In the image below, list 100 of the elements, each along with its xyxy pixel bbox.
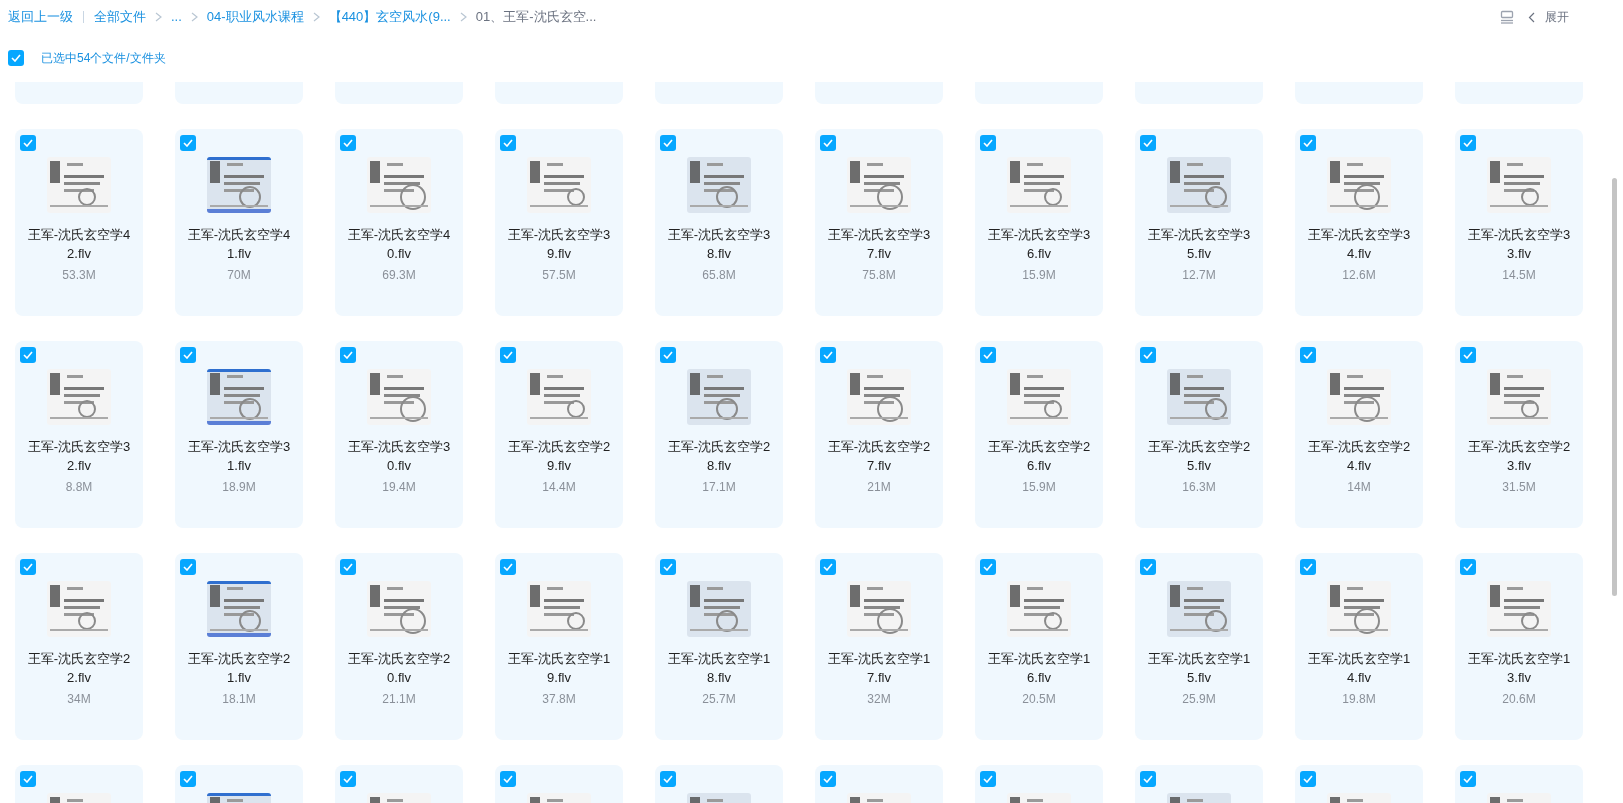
file-card[interactable]: 王军-沈氏玄空学22.flv 34M <box>15 553 143 740</box>
file-card[interactable]: 王军-沈氏玄空学35.flv 12.7M <box>1135 129 1263 316</box>
checkbox[interactable] <box>500 559 516 575</box>
checkbox[interactable] <box>660 135 676 151</box>
checkbox[interactable] <box>340 135 356 151</box>
checkbox[interactable] <box>1300 347 1316 363</box>
file-card[interactable]: 王军-沈氏玄空学27.flv 21M <box>815 341 943 528</box>
checkbox[interactable] <box>820 771 836 787</box>
file-card[interactable]: 王军-沈氏玄空学21.flv 18.1M <box>175 553 303 740</box>
file-card[interactable]: 王军-沈氏玄空学19.flv 37.8M <box>495 553 623 740</box>
checkbox[interactable] <box>820 559 836 575</box>
back-link[interactable]: 返回上一级 <box>8 7 73 27</box>
checkbox[interactable] <box>1460 135 1476 151</box>
file-name: 王军-沈氏玄空学24.flv <box>1306 438 1412 475</box>
checkbox[interactable] <box>1460 347 1476 363</box>
check-icon <box>183 563 193 571</box>
checkbox[interactable] <box>500 347 516 363</box>
file-name: 王军-沈氏玄空学13.flv <box>1466 650 1572 687</box>
checkbox[interactable] <box>820 347 836 363</box>
checkbox[interactable] <box>340 347 356 363</box>
file-card[interactable]: 王军-沈氏玄空学24.flv 14M <box>1295 341 1423 528</box>
checkbox[interactable] <box>180 771 196 787</box>
file-size: 53.3M <box>62 267 96 284</box>
file-card[interactable]: 王军-沈氏玄空学30.flv 19.4M <box>335 341 463 528</box>
checkbox[interactable] <box>980 559 996 575</box>
file-size: 34M <box>67 691 91 708</box>
checkbox[interactable] <box>1300 135 1316 151</box>
file-name: 王军-沈氏玄空学18.flv <box>666 650 772 687</box>
file-name: 王军-沈氏玄空学29.flv <box>506 438 612 475</box>
breadcrumb-link[interactable]: 04-职业风水课程 <box>206 7 304 27</box>
expand-link[interactable]: 展开 <box>1545 8 1569 26</box>
check-icon <box>1303 139 1313 147</box>
file-card[interactable]: 王军-沈氏玄空学36.flv 15.9M <box>975 129 1103 316</box>
breadcrumb-link[interactable]: ... <box>171 7 182 27</box>
file-card[interactable]: 王军-沈氏玄空学18.flv 25.7M <box>655 553 783 740</box>
checkbox[interactable] <box>20 559 36 575</box>
file-card[interactable]: 王军-沈氏玄空学34.flv 12.6M <box>1295 129 1423 316</box>
file-card[interactable]: 王军-沈氏玄空学15.flv 25.9M <box>1135 553 1263 740</box>
checkbox[interactable] <box>500 771 516 787</box>
checkbox[interactable] <box>660 771 676 787</box>
checkbox[interactable] <box>500 135 516 151</box>
breadcrumb-link[interactable]: 全部文件 <box>94 7 146 27</box>
checkbox[interactable] <box>980 135 996 151</box>
file-size: 57.5M <box>542 267 576 284</box>
checkbox[interactable] <box>980 347 996 363</box>
check-icon <box>1463 563 1473 571</box>
file-card[interactable]: 王军-沈氏玄空学40.flv 69.3M <box>335 129 463 316</box>
checkbox[interactable] <box>660 559 676 575</box>
file-card[interactable]: 王军-沈氏玄空学25.flv 16.3M <box>1135 341 1263 528</box>
checkbox[interactable] <box>20 347 36 363</box>
checkbox[interactable] <box>1140 771 1156 787</box>
file-card[interactable]: 王军-沈氏玄空学28.flv 17.1M <box>655 341 783 528</box>
file-card[interactable]: 王军-沈氏玄空学26.flv 15.9M <box>975 341 1103 528</box>
checkbox[interactable] <box>1300 771 1316 787</box>
file-card[interactable]: 王军-沈氏玄空学39.flv 57.5M <box>495 129 623 316</box>
list-view-icon[interactable] <box>1500 10 1514 24</box>
checkbox[interactable] <box>980 771 996 787</box>
file-size: 65.8M <box>702 267 736 284</box>
file-card[interactable]: 王军-沈氏玄空学42.flv 53.3M <box>15 129 143 316</box>
checkbox[interactable] <box>1460 559 1476 575</box>
file-card[interactable]: 王军-沈氏玄空学14.flv 19.8M <box>1295 553 1423 740</box>
checkbox[interactable] <box>1140 559 1156 575</box>
checkbox[interactable] <box>1140 347 1156 363</box>
file-card[interactable]: 王军-沈氏玄空学41.flv 70M <box>175 129 303 316</box>
file-card[interactable]: 王军-沈氏玄空学20.flv 21.1M <box>335 553 463 740</box>
checkbox[interactable] <box>20 135 36 151</box>
check-icon <box>183 351 193 359</box>
checkbox[interactable] <box>820 135 836 151</box>
file-card[interactable]: 王军-沈氏玄空学16.flv 20.5M <box>975 553 1103 740</box>
checkbox[interactable] <box>1300 559 1316 575</box>
breadcrumb-link[interactable]: 【440】玄空风水(9... <box>328 7 451 27</box>
checkbox[interactable] <box>1140 135 1156 151</box>
select-all-checkbox[interactable] <box>8 50 24 66</box>
file-card[interactable]: 王军-沈氏玄空学13.flv 20.6M <box>1455 553 1583 740</box>
check-icon <box>983 139 993 147</box>
checkbox[interactable] <box>1460 771 1476 787</box>
file-card[interactable]: 王军-沈氏玄空学32.flv 8.8M <box>15 341 143 528</box>
file-size: 12.7M <box>1182 267 1216 284</box>
checkbox[interactable] <box>180 135 196 151</box>
file-card[interactable]: 王军-沈氏玄空学23.flv 31.5M <box>1455 341 1583 528</box>
file-card[interactable]: 王军-沈氏玄空学33.flv 14.5M <box>1455 129 1583 316</box>
checkbox[interactable] <box>340 771 356 787</box>
checkbox[interactable] <box>340 559 356 575</box>
check-icon <box>1143 139 1153 147</box>
file-name: 王军-沈氏玄空学27.flv <box>826 438 932 475</box>
file-card[interactable]: 王军-沈氏玄空学29.flv 14.4M <box>495 341 623 528</box>
file-card[interactable]: 王军-沈氏玄空学31.flv 18.9M <box>175 341 303 528</box>
checkbox[interactable] <box>20 771 36 787</box>
check-icon <box>983 563 993 571</box>
check-icon <box>1303 775 1313 783</box>
file-card[interactable]: 王军-沈氏玄空学38.flv 65.8M <box>655 129 783 316</box>
file-size: 19.4M <box>382 479 416 496</box>
file-card[interactable]: 王军-沈氏玄空学17.flv 32M <box>815 553 943 740</box>
scrollbar[interactable] <box>1612 178 1617 596</box>
chevron-left-icon[interactable] <box>1528 11 1535 23</box>
checkbox[interactable] <box>180 347 196 363</box>
checkbox[interactable] <box>180 559 196 575</box>
file-card[interactable]: 王军-沈氏玄空学37.flv 75.8M <box>815 129 943 316</box>
file-size: 70M <box>227 267 251 284</box>
checkbox[interactable] <box>660 347 676 363</box>
